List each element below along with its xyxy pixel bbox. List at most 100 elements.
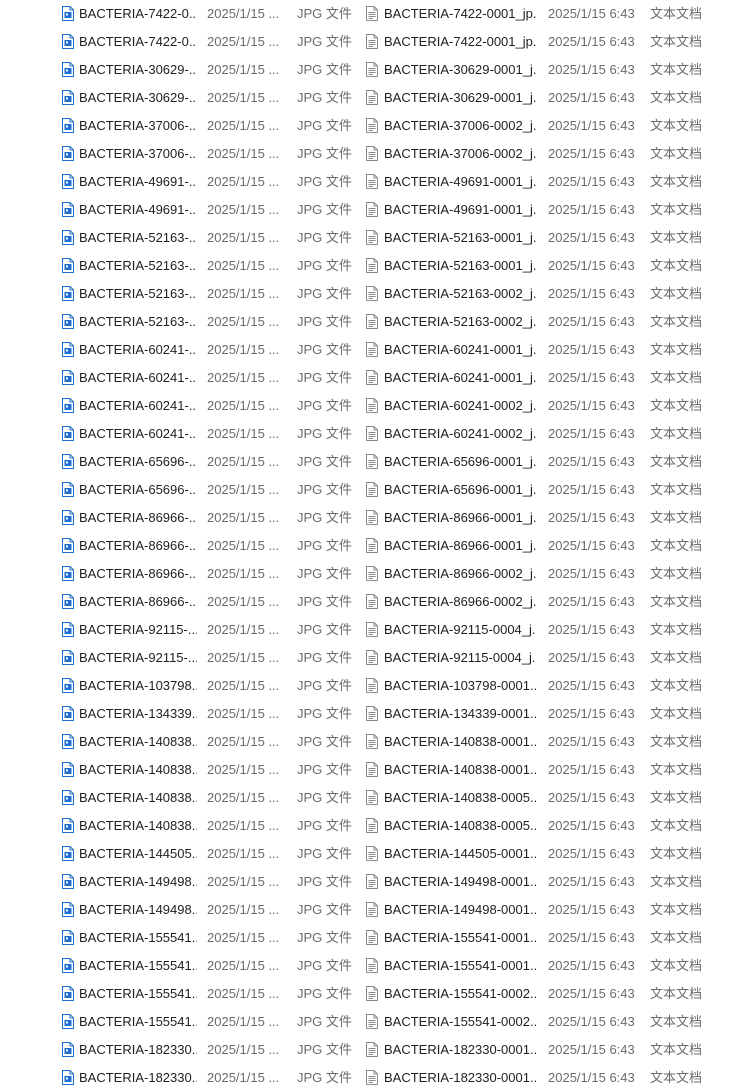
left-file-type: JPG 文件: [297, 790, 352, 805]
jpg-file-icon: [62, 958, 74, 973]
left-file-name[interactable]: BACTERIA-155541...: [79, 1008, 197, 1036]
left-file-name[interactable]: BACTERIA-37006-...: [79, 140, 197, 168]
left-file-name[interactable]: BACTERIA-149498...: [79, 868, 197, 896]
right-file-name[interactable]: BACTERIA-155541-0001...: [384, 952, 536, 980]
left-file-name[interactable]: BACTERIA-52163-...: [79, 308, 197, 336]
left-file-name[interactable]: BACTERIA-103798...: [79, 672, 197, 700]
left-file-name[interactable]: BACTERIA-155541...: [79, 980, 197, 1008]
right-file-name[interactable]: BACTERIA-92115-0004_j...: [384, 644, 536, 672]
right-file-name[interactable]: BACTERIA-37006-0002_j...: [384, 140, 536, 168]
left-file-name[interactable]: BACTERIA-60241-...: [79, 336, 197, 364]
right-file-name[interactable]: BACTERIA-49691-0001_j...: [384, 196, 536, 224]
right-file-name[interactable]: BACTERIA-155541-0002...: [384, 1008, 536, 1036]
right-file-name[interactable]: BACTERIA-140838-0005...: [384, 784, 536, 812]
right-file-name[interactable]: BACTERIA-30629-0001_j...: [384, 84, 536, 112]
left-file-name[interactable]: BACTERIA-52163-...: [79, 224, 197, 252]
right-file-name[interactable]: BACTERIA-65696-0001_j...: [384, 448, 536, 476]
left-file-date: 2025/1/15 ...: [207, 286, 280, 301]
file-row: BACTERIA-155541... 2025/1/15 ... JPG 文件 …: [0, 1008, 750, 1036]
left-file-name[interactable]: BACTERIA-140838...: [79, 784, 197, 812]
left-file-name[interactable]: BACTERIA-140838...: [79, 756, 197, 784]
right-file-name[interactable]: BACTERIA-52163-0002_j...: [384, 308, 536, 336]
right-file-name[interactable]: BACTERIA-182330-0001...: [384, 1064, 536, 1092]
file-list: BACTERIA-7422-0... 2025/1/15 ... JPG 文件 …: [0, 0, 750, 1092]
left-file-name[interactable]: BACTERIA-134339...: [79, 700, 197, 728]
left-file-name[interactable]: BACTERIA-92115-...: [79, 616, 197, 644]
right-file-name[interactable]: BACTERIA-149498-0001...: [384, 896, 536, 924]
right-file-type: 文本文档: [650, 622, 703, 637]
left-file-name[interactable]: BACTERIA-86966-...: [79, 504, 197, 532]
left-file-name[interactable]: BACTERIA-60241-...: [79, 420, 197, 448]
right-file-name[interactable]: BACTERIA-60241-0002_j...: [384, 420, 536, 448]
left-file-name[interactable]: BACTERIA-86966-...: [79, 588, 197, 616]
left-file-name[interactable]: BACTERIA-86966-...: [79, 560, 197, 588]
right-file-name[interactable]: BACTERIA-86966-0001_j...: [384, 504, 536, 532]
left-file-name[interactable]: BACTERIA-182330...: [79, 1064, 197, 1092]
jpg-file-icon: [62, 482, 74, 497]
left-file-name[interactable]: BACTERIA-140838...: [79, 812, 197, 840]
right-file-name[interactable]: BACTERIA-86966-0002_j...: [384, 588, 536, 616]
right-file-name[interactable]: BACTERIA-182330-0001...: [384, 1036, 536, 1064]
right-file-name[interactable]: BACTERIA-155541-0001...: [384, 924, 536, 952]
file-row: BACTERIA-86966-... 2025/1/15 ... JPG 文件 …: [0, 532, 750, 560]
right-file-name[interactable]: BACTERIA-52163-0001_j...: [384, 224, 536, 252]
right-file-name[interactable]: BACTERIA-134339-0001...: [384, 700, 536, 728]
left-file-name[interactable]: BACTERIA-49691-...: [79, 196, 197, 224]
left-file-name[interactable]: BACTERIA-60241-...: [79, 392, 197, 420]
right-file-name[interactable]: BACTERIA-52163-0001_j...: [384, 252, 536, 280]
right-file-name[interactable]: BACTERIA-140838-0005...: [384, 812, 536, 840]
left-file-date: 2025/1/15 ...: [207, 622, 280, 637]
right-file-name[interactable]: BACTERIA-7422-0001_jp...: [384, 28, 536, 56]
right-file-name[interactable]: BACTERIA-60241-0001_j...: [384, 336, 536, 364]
right-file-name[interactable]: BACTERIA-103798-0001...: [384, 672, 536, 700]
right-file-name[interactable]: BACTERIA-149498-0001...: [384, 868, 536, 896]
right-file-date: 2025/1/15 6:43: [548, 762, 635, 777]
left-file-name[interactable]: BACTERIA-37006-...: [79, 112, 197, 140]
left-file-name[interactable]: BACTERIA-182330...: [79, 1036, 197, 1064]
right-file-name[interactable]: BACTERIA-86966-0002_j...: [384, 560, 536, 588]
left-file-type: JPG 文件: [297, 818, 352, 833]
text-file-icon: [366, 594, 378, 609]
right-file-name[interactable]: BACTERIA-60241-0002_j...: [384, 392, 536, 420]
left-file-name[interactable]: BACTERIA-30629-...: [79, 84, 197, 112]
left-file-name[interactable]: BACTERIA-144505...: [79, 840, 197, 868]
left-file-name[interactable]: BACTERIA-65696-...: [79, 448, 197, 476]
right-file-name[interactable]: BACTERIA-7422-0001_jp...: [384, 0, 536, 28]
left-file-date: 2025/1/15 ...: [207, 538, 280, 553]
left-file-date: 2025/1/15 ...: [207, 566, 280, 581]
left-file-name[interactable]: BACTERIA-86966-...: [79, 532, 197, 560]
file-row: BACTERIA-65696-... 2025/1/15 ... JPG 文件 …: [0, 476, 750, 504]
file-row: BACTERIA-155541... 2025/1/15 ... JPG 文件 …: [0, 980, 750, 1008]
left-file-name[interactable]: BACTERIA-52163-...: [79, 280, 197, 308]
right-file-name[interactable]: BACTERIA-140838-0001...: [384, 756, 536, 784]
jpg-file-icon: [62, 930, 74, 945]
left-file-name[interactable]: BACTERIA-65696-...: [79, 476, 197, 504]
right-file-name[interactable]: BACTERIA-92115-0004_j...: [384, 616, 536, 644]
left-file-name[interactable]: BACTERIA-7422-0...: [79, 0, 197, 28]
right-file-name[interactable]: BACTERIA-52163-0002_j...: [384, 280, 536, 308]
right-file-name[interactable]: BACTERIA-140838-0001...: [384, 728, 536, 756]
right-file-name[interactable]: BACTERIA-30629-0001_j...: [384, 56, 536, 84]
right-file-name[interactable]: BACTERIA-49691-0001_j...: [384, 168, 536, 196]
left-file-name[interactable]: BACTERIA-60241-...: [79, 364, 197, 392]
left-file-name[interactable]: BACTERIA-30629-...: [79, 56, 197, 84]
file-row: BACTERIA-86966-... 2025/1/15 ... JPG 文件 …: [0, 588, 750, 616]
text-file-icon: [366, 90, 378, 105]
jpg-file-icon: [62, 874, 74, 889]
left-file-name[interactable]: BACTERIA-140838...: [79, 728, 197, 756]
right-file-name[interactable]: BACTERIA-65696-0001_j...: [384, 476, 536, 504]
left-file-name[interactable]: BACTERIA-7422-0...: [79, 28, 197, 56]
right-file-name[interactable]: BACTERIA-155541-0002...: [384, 980, 536, 1008]
left-file-name[interactable]: BACTERIA-155541...: [79, 924, 197, 952]
right-file-name[interactable]: BACTERIA-144505-0001...: [384, 840, 536, 868]
right-file-name[interactable]: BACTERIA-60241-0001_j...: [384, 364, 536, 392]
left-file-name[interactable]: BACTERIA-155541...: [79, 952, 197, 980]
right-file-type: 文本文档: [650, 118, 703, 133]
left-file-name[interactable]: BACTERIA-149498...: [79, 896, 197, 924]
left-file-name[interactable]: BACTERIA-49691-...: [79, 168, 197, 196]
right-file-name[interactable]: BACTERIA-37006-0002_j...: [384, 112, 536, 140]
left-file-name[interactable]: BACTERIA-52163-...: [79, 252, 197, 280]
left-file-name[interactable]: BACTERIA-92115-...: [79, 644, 197, 672]
right-file-name[interactable]: BACTERIA-86966-0001_j...: [384, 532, 536, 560]
right-file-type: 文本文档: [650, 398, 703, 413]
